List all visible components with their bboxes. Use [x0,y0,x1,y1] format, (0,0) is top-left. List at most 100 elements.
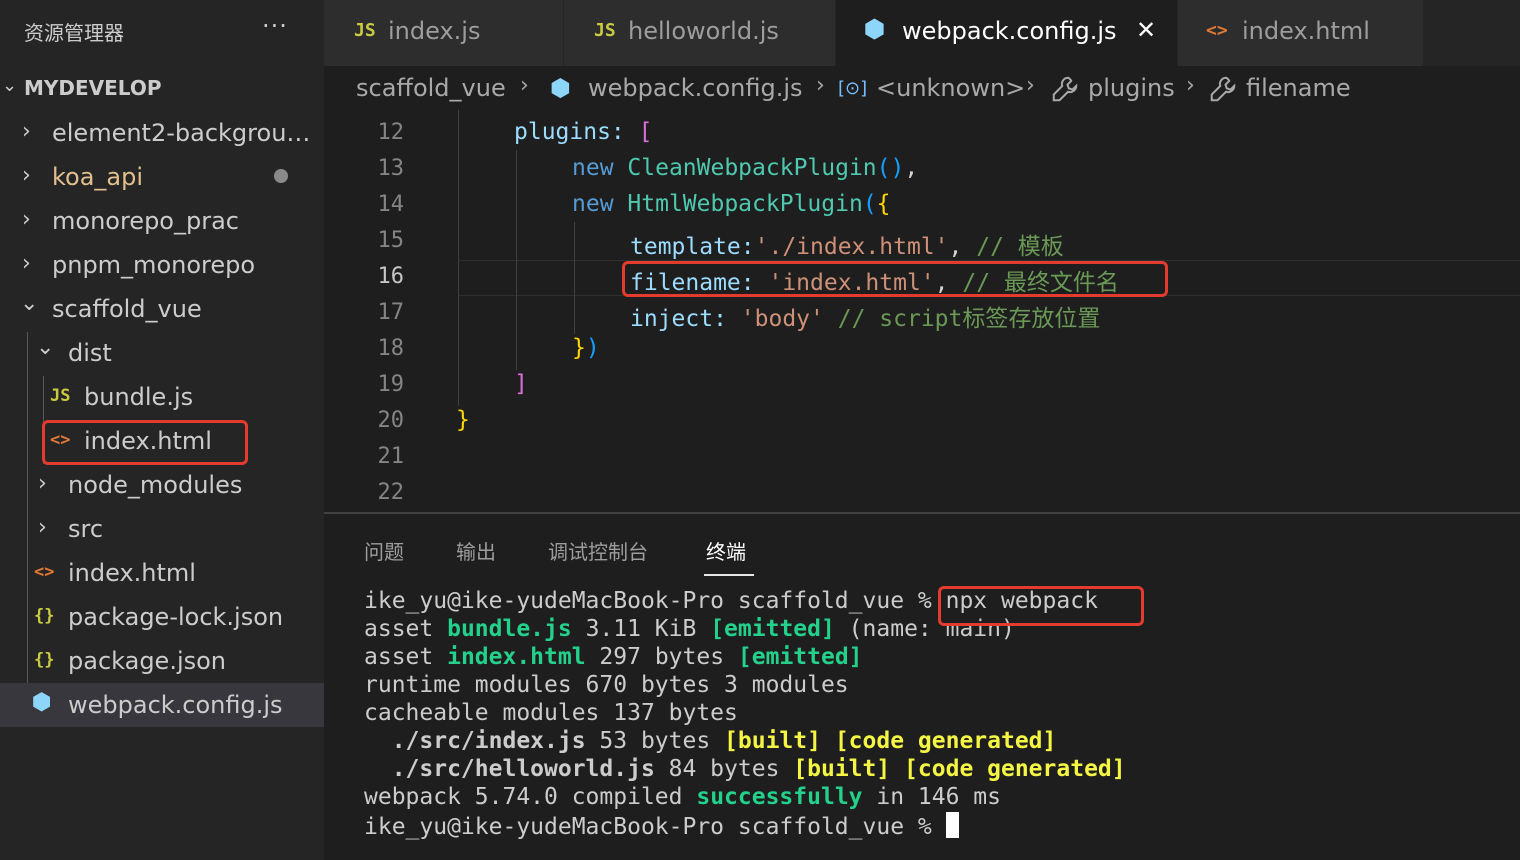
tab-problems[interactable]: 问题 [364,536,404,565]
terminal-cursor [945,812,959,838]
html-file-icon: <> [1206,20,1228,41]
tab-webpack-config-js[interactable]: ⬢ webpack.config.js ✕ [836,0,1178,66]
line-number: 17 [377,300,405,325]
close-icon[interactable]: ✕ [1136,16,1156,44]
line-number: 21 [377,444,405,469]
more-actions-icon[interactable]: ··· [262,12,288,40]
annotation-highlight-box [622,261,1168,297]
breadcrumb-item-filename[interactable]: filename [1246,74,1351,102]
tree-item-dist[interactable]: ⌄ dist [0,331,324,375]
workspace-name: MYDEVELOP [24,76,162,100]
modified-indicator-dot [274,169,288,183]
code-line: } [456,407,470,433]
tree-item-scaffold-vue[interactable]: ⌄ scaffold_vue [0,287,324,331]
code-line: }) [572,335,600,361]
terminal-line: asset bundle.js 3.11 KiB [emitted] (name… [364,616,1015,642]
wrench-icon [1050,74,1080,110]
breadcrumb-item-plugins[interactable]: plugins [1088,74,1175,102]
breadcrumb-separator: › [816,73,825,98]
line-number: 14 [377,192,405,217]
indent-guide [516,150,517,370]
tree-item-node-modules[interactable]: › node_modules [0,463,324,507]
tab-helloworld-js[interactable]: JS helloworld.js [564,0,836,66]
code-editor[interactable]: 12 13 14 15 16 17 18 19 20 21 22 plugins… [324,110,1520,512]
js-file-icon: JS [50,386,71,406]
tree-item-label: package-lock.json [68,603,284,631]
chevron-right-icon: › [22,207,31,232]
terminal-line: cacheable modules 137 bytes [364,700,738,726]
chevron-right-icon: › [22,163,31,188]
line-number: 12 [377,120,405,145]
breadcrumb: scaffold_vue › ⬢ webpack.config.js › [⊙]… [324,66,1520,110]
code-line: inject: 'body' // script标签存放位置 [630,306,1101,332]
tree-item-package-lock-json[interactable]: {} package-lock.json [0,595,324,639]
tree-item-webpack-config-js[interactable]: ⬢ webpack.config.js [0,683,324,727]
chevron-down-icon: ⌄ [2,75,18,96]
chevron-right-icon: › [22,119,31,144]
tree-item-label: node_modules [68,471,243,499]
wrench-icon [1208,74,1238,110]
terminal-line: asset index.html 297 bytes [emitted] [364,644,863,670]
chevron-right-icon: › [38,515,47,540]
code-line: plugins: [ [514,119,653,145]
terminal-prompt-line[interactable]: ike_yu@ike-yudeMacBook-Pro scaffold_vue … [364,812,959,840]
chevron-down-icon: ⌄ [20,291,39,316]
chevron-right-icon: › [38,471,47,496]
breadcrumb-item-unknown[interactable]: <unknown> [876,74,1025,102]
terminal-line: runtime modules 670 bytes 3 modules [364,672,849,698]
tree-item-bundle-js[interactable]: JS bundle.js [0,375,324,419]
tab-output[interactable]: 输出 [456,536,496,565]
line-number: 18 [377,336,405,361]
code-line: new CleanWebpackPlugin(), [572,155,919,181]
tree-item-pnpm-monorepo[interactable]: › pnpm_monorepo [0,243,324,287]
tree-item-label: webpack.config.js [68,691,283,719]
tab-index-html[interactable]: <> index.html [1178,0,1424,66]
explorer-title: 资源管理器 [24,21,124,45]
line-number: 20 [377,408,405,433]
tab-label: webpack.config.js [902,17,1117,45]
tree-item-index-html[interactable]: <> index.html [0,551,324,595]
breadcrumb-separator: › [520,73,529,98]
indent-guide [574,222,575,334]
code-line: new HtmlWebpackPlugin({ [572,191,891,217]
breadcrumb-separator: › [1026,73,1035,98]
terminal-line: ./src/helloworld.js 84 bytes [built] [co… [364,756,1126,782]
tab-label: index.html [1242,17,1370,45]
active-tab-indicator [704,574,754,576]
breadcrumb-separator: › [1186,73,1195,98]
breadcrumb-item-file[interactable]: webpack.config.js [588,74,803,102]
json-file-icon: {} [34,606,55,626]
code-line: ] [514,371,528,397]
workspace-section-header[interactable]: ⌄ MYDEVELOP [0,70,324,106]
line-number: 22 [377,480,405,505]
tab-debug-console[interactable]: 调试控制台 [548,536,648,565]
tree-item-label: bundle.js [84,383,194,411]
js-file-icon: JS [594,20,616,41]
indent-guide [458,110,459,406]
tree-item-element2-background[interactable]: › element2-backgrou… [0,111,324,155]
line-number: 13 [377,156,405,181]
tree-item-label: dist [68,339,112,367]
tab-terminal[interactable]: 终端 [706,536,746,565]
tree-item-monorepo-prac[interactable]: › monorepo_prac [0,199,324,243]
tab-label: helloworld.js [628,17,779,45]
tree-item-src[interactable]: › src [0,507,324,551]
terminal-line: ./src/index.js 53 bytes [built] [code ge… [364,728,1057,754]
tree-item-label: element2-backgrou… [52,119,311,147]
tree-item-label: monorepo_prac [52,207,239,235]
chevron-right-icon: › [22,251,31,276]
line-number: 15 [377,228,405,253]
symbol-object-icon: [⊙] [838,78,868,99]
chevron-down-icon: ⌄ [36,335,55,360]
breadcrumb-item-folder[interactable]: scaffold_vue [356,74,506,102]
code-line: template:'./index.html', // 模板 [630,234,1064,260]
tree-item-label: pnpm_monorepo [52,251,256,279]
tree-item-package-json[interactable]: {} package.json [0,639,324,683]
annotation-highlight-box [938,586,1144,626]
tree-item-koa-api[interactable]: › koa_api [0,155,324,199]
webpack-file-icon: ⬢ [32,690,52,715]
bottom-panel: 问题 输出 调试控制台 终端 ike_yu@ike-yudeMacBook-Pr… [324,512,1520,860]
tree-item-label: koa_api [52,163,144,191]
explorer-sidebar: 资源管理器 ··· ⌄ MYDEVELOP › element2-backgro… [0,0,324,860]
tab-index-js[interactable]: JS index.js [324,0,564,66]
